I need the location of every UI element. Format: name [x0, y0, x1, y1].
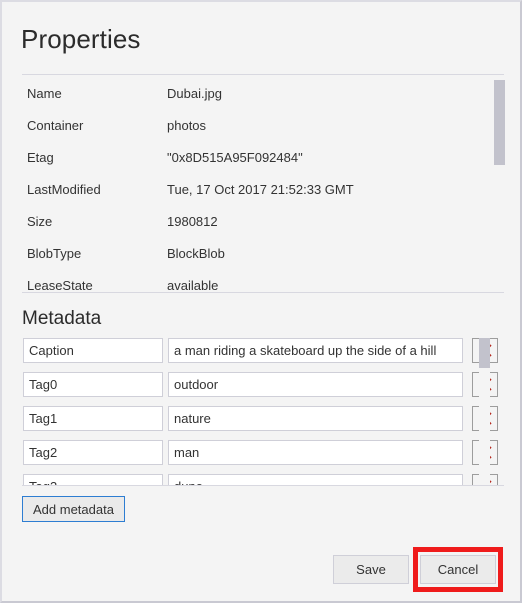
property-row: LeaseState available — [22, 270, 504, 292]
property-row: BlobType BlockBlob — [22, 238, 504, 270]
property-row: Container photos — [22, 110, 504, 142]
metadata-key-input[interactable] — [23, 474, 163, 485]
metadata-scrollbar[interactable] — [479, 338, 490, 485]
property-value: Tue, 17 Oct 2017 21:52:33 GMT — [167, 182, 354, 197]
metadata-list — [22, 338, 504, 485]
property-row: Size 1980812 — [22, 206, 504, 238]
property-key: BlobType — [27, 246, 82, 261]
properties-scrollbar[interactable] — [494, 78, 505, 292]
property-value: "0x8D515A95F092484" — [167, 150, 303, 165]
property-value: Dubai.jpg — [167, 86, 222, 101]
properties-scrollbar-thumb[interactable] — [494, 80, 505, 165]
property-key: Size — [27, 214, 53, 229]
metadata-value-input[interactable] — [168, 406, 463, 431]
metadata-row — [22, 440, 504, 474]
property-value: BlockBlob — [167, 246, 225, 261]
property-value: 1980812 — [167, 214, 218, 229]
title-divider — [22, 74, 504, 75]
metadata-bottom-divider — [22, 485, 504, 486]
metadata-row — [22, 338, 504, 372]
metadata-key-input[interactable] — [23, 338, 163, 363]
property-row: Name Dubai.jpg — [22, 78, 504, 110]
metadata-value-input[interactable] — [168, 474, 463, 485]
metadata-value-input[interactable] — [168, 372, 463, 397]
property-key: LeaseState — [27, 278, 93, 292]
properties-panel: Properties Name Dubai.jpg Container photos E… — [0, 0, 522, 603]
property-key: Name — [27, 86, 62, 101]
page-title: Properties — [21, 24, 141, 54]
metadata-value-input[interactable] — [168, 440, 463, 465]
metadata-heading: Metadata — [22, 308, 102, 329]
cancel-button[interactable]: Cancel — [420, 555, 496, 584]
property-key: LastModified — [27, 182, 101, 197]
property-row: Etag "0x8D515A95F092484" — [22, 142, 504, 174]
metadata-row — [22, 406, 504, 440]
save-button[interactable]: Save — [333, 555, 409, 584]
metadata-value-input[interactable] — [168, 338, 463, 363]
property-row: LastModified Tue, 17 Oct 2017 21:52:33 GM… — [22, 174, 504, 206]
metadata-key-input[interactable] — [23, 406, 163, 431]
property-value: photos — [167, 118, 207, 133]
property-key: Etag — [27, 150, 54, 165]
properties-list: Name Dubai.jpg Container photos Etag "0x8D515… — [22, 78, 504, 292]
property-value: available — [167, 278, 219, 292]
add-metadata-button[interactable]: Add metadata — [22, 496, 125, 522]
properties-bottom-divider — [22, 292, 504, 293]
property-key: Container — [27, 118, 84, 133]
metadata-key-input[interactable] — [23, 440, 163, 465]
metadata-scrollbar-thumb[interactable] — [479, 338, 490, 368]
metadata-key-input[interactable] — [23, 372, 163, 397]
metadata-row — [22, 372, 504, 406]
metadata-row — [22, 474, 504, 485]
